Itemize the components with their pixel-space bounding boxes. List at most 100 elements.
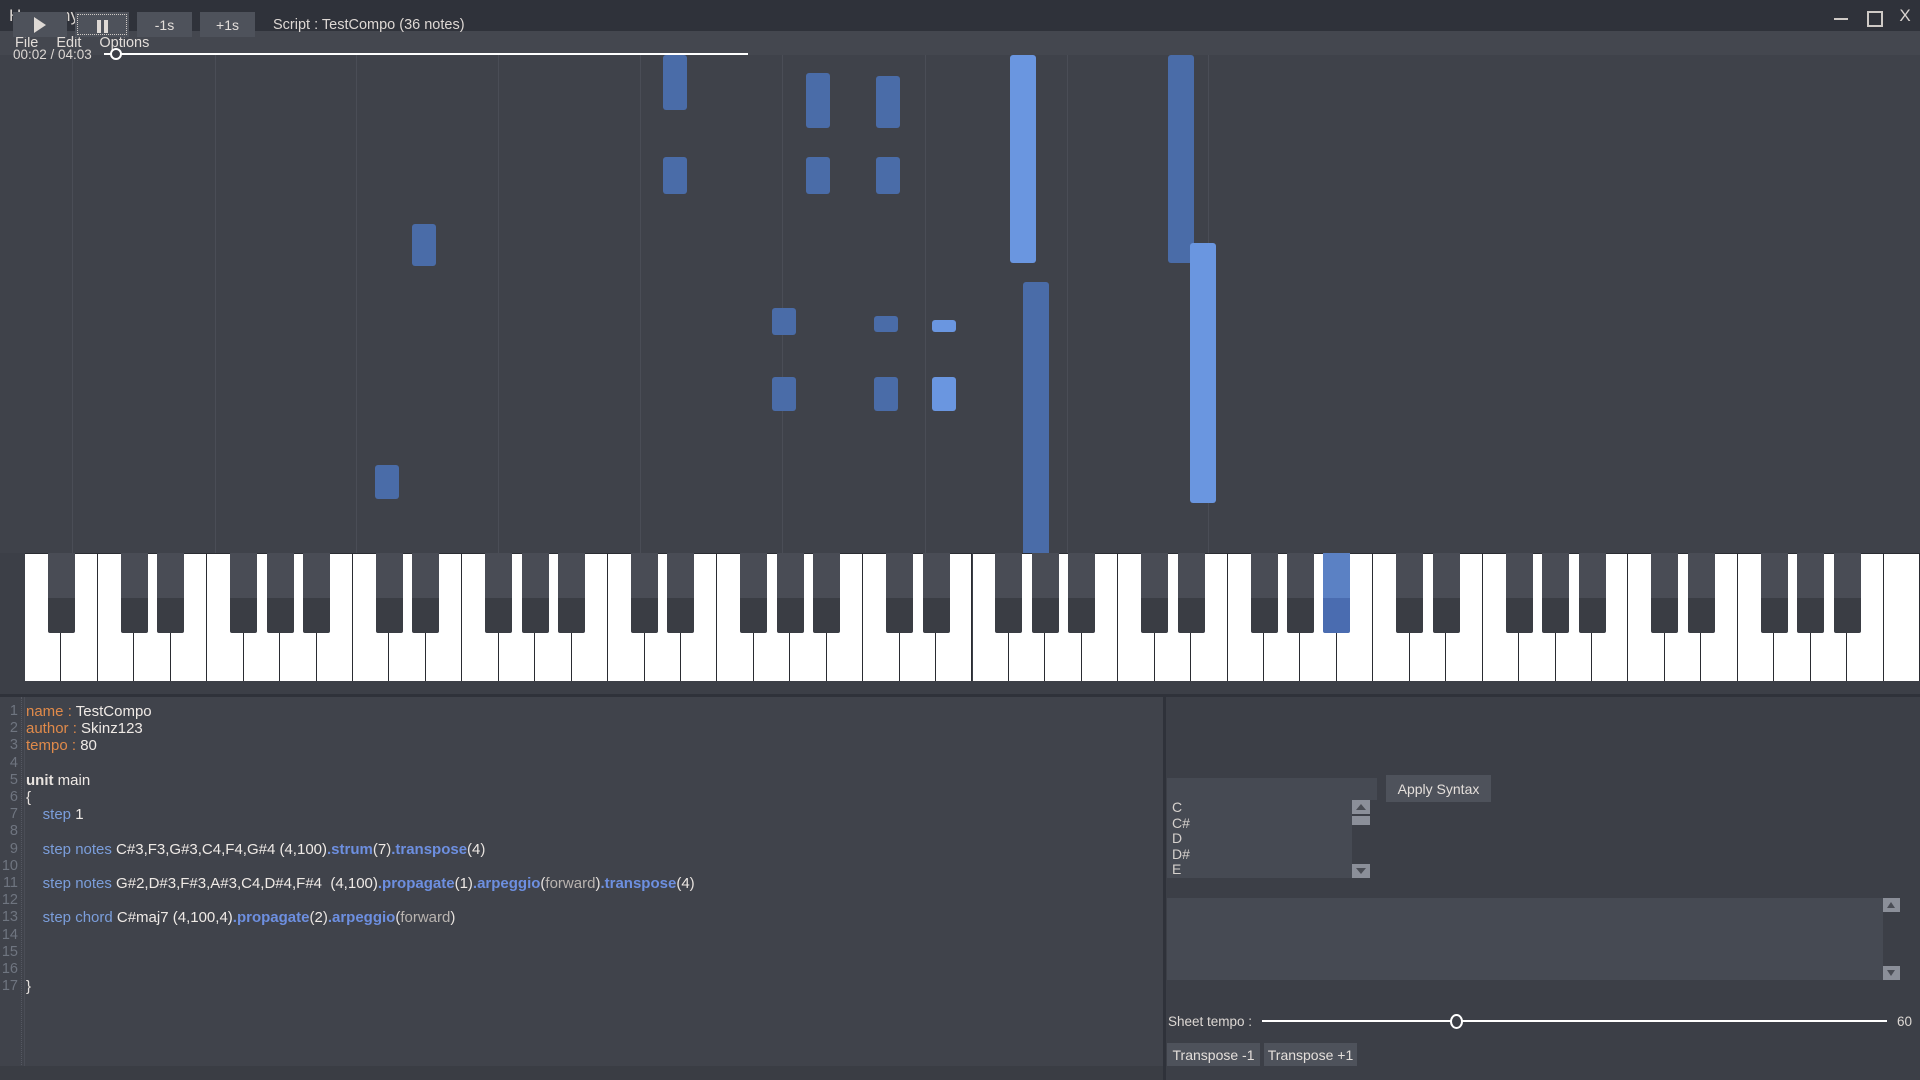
- editor-line-number: 2: [0, 720, 21, 737]
- code-token: step: [43, 806, 71, 823]
- black-key[interactable]: [230, 553, 257, 633]
- black-key[interactable]: [631, 553, 658, 633]
- piano-roll-note: [412, 224, 436, 266]
- note-list-item[interactable]: E: [1167, 862, 1360, 878]
- black-key[interactable]: [1251, 553, 1278, 633]
- black-key[interactable]: [1542, 553, 1569, 633]
- minimize-icon[interactable]: [1832, 7, 1850, 25]
- close-icon[interactable]: X: [1896, 7, 1914, 25]
- black-key[interactable]: [1396, 553, 1423, 633]
- black-key[interactable]: [667, 553, 694, 633]
- black-key[interactable]: [522, 553, 549, 633]
- piano-keyboard[interactable]: [25, 553, 1920, 681]
- black-key[interactable]: [412, 553, 439, 633]
- syntax-input[interactable]: [1167, 778, 1377, 800]
- apply-syntax-button[interactable]: Apply Syntax: [1386, 775, 1491, 802]
- pause-button[interactable]: [75, 12, 129, 37]
- piano-roll-note: [1010, 55, 1036, 263]
- sheet-scroll-up-icon[interactable]: [1883, 898, 1900, 912]
- editor-line-number: 7: [0, 806, 21, 823]
- sheet-text-area[interactable]: [1167, 898, 1900, 980]
- black-key[interactable]: [1579, 553, 1606, 633]
- sheet-tempo-handle[interactable]: [1450, 1014, 1463, 1029]
- play-button[interactable]: [13, 12, 67, 37]
- black-key[interactable]: [376, 553, 403, 633]
- maximize-icon[interactable]: [1864, 7, 1882, 25]
- black-key[interactable]: [813, 553, 840, 633]
- seek-slider-handle[interactable]: [110, 48, 122, 60]
- black-key[interactable]: [1068, 553, 1095, 633]
- code-token: .arpeggio: [328, 909, 396, 926]
- code-token: [26, 841, 43, 858]
- seek-back-button[interactable]: -1s: [137, 12, 192, 37]
- black-key[interactable]: [1287, 553, 1314, 633]
- black-key[interactable]: [1651, 553, 1678, 633]
- black-key[interactable]: [1032, 553, 1059, 633]
- black-key[interactable]: [48, 553, 75, 633]
- note-list-scroll-thumb[interactable]: [1352, 816, 1370, 825]
- scroll-up-icon[interactable]: [1352, 800, 1370, 814]
- sheet-text-scrollbar[interactable]: [1883, 898, 1900, 980]
- code-token: .propagate: [233, 909, 310, 926]
- black-key[interactable]: [1506, 553, 1533, 633]
- note-list-item[interactable]: D: [1167, 831, 1360, 847]
- sheet-scroll-down-icon[interactable]: [1883, 966, 1900, 980]
- code-token: .transpose: [391, 841, 467, 858]
- black-key[interactable]: [121, 553, 148, 633]
- code-token: .strum: [327, 841, 373, 858]
- black-key[interactable]: [157, 553, 184, 633]
- transpose-down-button[interactable]: Transpose -1: [1167, 1043, 1260, 1066]
- code-token: 1: [460, 875, 468, 892]
- seek-forward-button[interactable]: +1s: [200, 12, 255, 37]
- black-key[interactable]: [267, 553, 294, 633]
- white-key[interactable]: [1884, 553, 1920, 681]
- code-token: [26, 875, 43, 892]
- editor-code-line: [26, 961, 1163, 978]
- code-token: ): [450, 909, 455, 926]
- note-list-item[interactable]: C: [1167, 800, 1360, 816]
- piano-roll-gridline: [356, 55, 357, 553]
- black-key[interactable]: [740, 553, 767, 633]
- black-key[interactable]: [1433, 553, 1460, 633]
- black-key[interactable]: [303, 553, 330, 633]
- black-key[interactable]: [777, 553, 804, 633]
- piano-roll-note: [663, 157, 687, 194]
- code-token: TestCompo: [76, 703, 152, 720]
- note-list[interactable]: CC#DD#E: [1167, 800, 1360, 878]
- piano-roll-note: [874, 377, 898, 411]
- editor-code-line: step notes G#2,D#3,F#3,A#3,C4,D#4,F#4 (4…: [26, 875, 1163, 892]
- piano-roll-gridline: [1067, 55, 1068, 553]
- transport-controls: -1s +1s Script : TestCompo (36 notes): [13, 12, 465, 37]
- sheet-tempo-row: Sheet tempo : 60: [1163, 1013, 1920, 1029]
- transpose-up-button[interactable]: Transpose +1: [1264, 1043, 1357, 1066]
- code-token: step chord: [43, 909, 113, 926]
- black-key[interactable]: [1323, 553, 1350, 633]
- note-list-item[interactable]: C#: [1167, 816, 1360, 832]
- code-token: }: [26, 978, 31, 995]
- piano-roll-gridline: [215, 55, 216, 553]
- editor-horizontal-scrollbar[interactable]: [0, 1066, 1163, 1080]
- editor-code-line: [26, 755, 1163, 772]
- black-key[interactable]: [1178, 553, 1205, 633]
- code-token: .arpeggio: [473, 875, 541, 892]
- black-key[interactable]: [1761, 553, 1788, 633]
- sheet-tempo-slider[interactable]: [1262, 1013, 1887, 1029]
- black-key[interactable]: [1688, 553, 1715, 633]
- editor-code-area[interactable]: name : TestCompoauthor : Skinz123tempo :…: [26, 703, 1163, 1080]
- code-token: G#2,D#3,F#3,A#3,C4,D#4,F#4 (4,100): [112, 875, 378, 892]
- black-key[interactable]: [485, 553, 512, 633]
- scroll-down-icon[interactable]: [1352, 864, 1370, 878]
- black-key[interactable]: [995, 553, 1022, 633]
- black-key[interactable]: [558, 553, 585, 633]
- black-key[interactable]: [1834, 553, 1861, 633]
- piano-roll-note: [932, 320, 956, 332]
- black-key[interactable]: [923, 553, 950, 633]
- note-list-scrollbar[interactable]: [1352, 800, 1370, 878]
- note-list-item[interactable]: D#: [1167, 847, 1360, 863]
- black-key[interactable]: [1797, 553, 1824, 633]
- seek-slider[interactable]: [104, 46, 748, 62]
- black-key[interactable]: [886, 553, 913, 633]
- editor-line-number: 1: [0, 703, 21, 720]
- black-key[interactable]: [1141, 553, 1168, 633]
- piano-roll-canvas[interactable]: [0, 55, 1920, 553]
